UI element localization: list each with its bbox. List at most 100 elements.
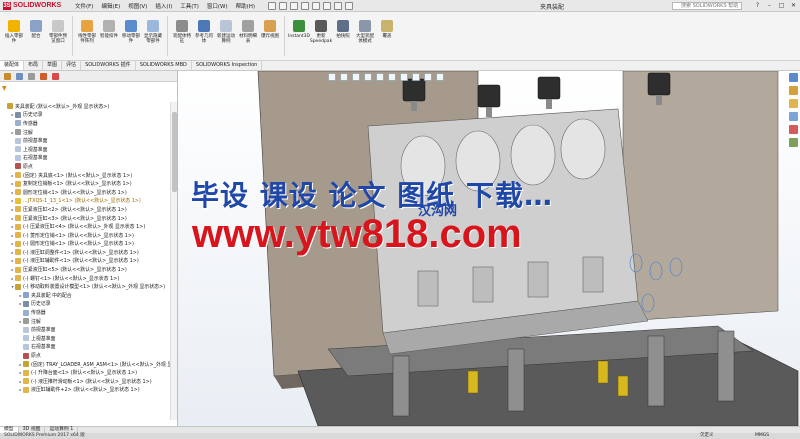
tree-item[interactable]: ▸ 压紧液压缸<5> (默认<<默认>_显示状态 1>) xyxy=(0,265,176,274)
scene-icon[interactable] xyxy=(424,73,432,81)
scrollbar-thumb[interactable] xyxy=(172,112,177,192)
ribbon-button[interactable]: 拍快照 xyxy=(333,20,353,39)
menu-item[interactable]: 工具(T) xyxy=(179,2,200,10)
ribbon-button[interactable]: 材料明细表 xyxy=(238,20,258,44)
edit-appearance-icon[interactable] xyxy=(412,73,420,81)
help-search-input[interactable]: 搜索 SOLIDWORKS 帮助 xyxy=(672,2,742,10)
rebuild-icon[interactable] xyxy=(334,1,343,10)
tree-item[interactable]: ▸ (-) 菱形定位销<1> (默认<<默认>_显示状态 1>) xyxy=(0,231,176,240)
view-palette-icon[interactable] xyxy=(789,112,798,121)
command-tab[interactable]: 布局 xyxy=(24,61,44,70)
home-view-icon[interactable] xyxy=(789,73,798,82)
tree-scrollbar[interactable] xyxy=(170,102,177,420)
ribbon-button[interactable]: 移动零部件 xyxy=(121,20,141,44)
tree-item[interactable]: ▸ (-) 液压缸调整件<1> (默认<<默认>_显示状态 1>) xyxy=(0,248,176,257)
file-explorer-icon[interactable] xyxy=(789,99,798,108)
feature-manager-icon[interactable] xyxy=(4,73,11,80)
menu-item[interactable]: 帮助(H) xyxy=(235,2,256,10)
options-icon[interactable] xyxy=(345,1,354,10)
command-tab[interactable]: SOLIDWORKS MBD xyxy=(136,61,192,70)
save-icon[interactable] xyxy=(290,1,299,10)
tree-item[interactable]: ▸ 压紧液压缸<3> (默认<<默认>_显示状态 1>) xyxy=(0,214,176,223)
tree-item[interactable]: ▾ (-) 移动取料装置设计模型<1> (默认<<默认>_外观 显示状态>) xyxy=(0,282,176,291)
ribbon-button[interactable]: 显示隐藏零部件 xyxy=(143,20,163,44)
tree-item[interactable]: 传感器 xyxy=(0,119,176,128)
previous-view-icon[interactable] xyxy=(352,73,360,81)
ribbon-button[interactable]: 线性零部件阵列 xyxy=(77,20,97,44)
tree-item[interactable]: ▸ 复制定位销板<1> (默认<<默认>_显示状态 1>) xyxy=(0,179,176,188)
tree-item[interactable]: ▸ (-) 压紧液压缸<4> (默认<<默认>_外观 显示状态 1>) xyxy=(0,222,176,231)
menu-item[interactable]: 视图(V) xyxy=(127,2,148,10)
tree-item[interactable]: ▸ 历史记录 xyxy=(0,111,176,120)
view-orientation-icon[interactable] xyxy=(376,73,384,81)
zoom-area-icon[interactable] xyxy=(340,73,348,81)
tree-item[interactable]: ▸ (固定) 夹具底<1> (默认<<默认>_显示状态 1>) xyxy=(0,171,176,180)
ribbon-button[interactable]: 插入零部件 xyxy=(4,20,24,44)
menu-item[interactable]: 插入(I) xyxy=(154,2,173,10)
tree-item[interactable]: ▸ (-) 液压缸辅助件<1> (默认<<默认>_显示状态 1>) xyxy=(0,257,176,266)
ribbon-button[interactable]: 智能扣件 xyxy=(99,20,119,39)
ribbon-button[interactable]: 零部件预览窗口 xyxy=(48,20,68,44)
command-tab[interactable]: 评估 xyxy=(62,61,82,70)
design-library-icon[interactable] xyxy=(789,86,798,95)
new-file-icon[interactable] xyxy=(268,1,277,10)
view-settings-icon[interactable] xyxy=(436,73,444,81)
ribbon-button[interactable]: 新建运动算例 xyxy=(216,20,236,44)
tree-item[interactable]: ▸ (-) 螺钉<1> (默认<<默认>_显示状态 1>) xyxy=(0,274,176,283)
command-tab[interactable]: 草图 xyxy=(43,61,63,70)
tree-item[interactable]: 右视基准面 xyxy=(0,154,176,163)
open-file-icon[interactable] xyxy=(279,1,288,10)
display-manager-icon[interactable] xyxy=(52,73,59,80)
ribbon-button[interactable]: 配合 xyxy=(26,20,46,39)
tree-item[interactable]: 原点 xyxy=(0,351,176,360)
tree-item[interactable]: ▸ 注解 xyxy=(0,317,176,326)
ribbon-button[interactable]: 大型装配体模式 xyxy=(355,20,375,44)
tree-item[interactable]: 前视基准面 xyxy=(0,136,176,145)
property-manager-icon[interactable] xyxy=(16,73,23,80)
solidworks-logo[interactable]: 3S SOLIDWORKS xyxy=(0,1,64,10)
close-icon[interactable]: ✕ xyxy=(789,1,798,10)
status-units[interactable]: MMGS xyxy=(755,433,769,439)
menu-item[interactable]: 窗口(W) xyxy=(206,2,229,10)
tree-item[interactable]: ▸ 液压缸辅助件+2> (默认<<默认>_显示状态 1>) xyxy=(0,386,176,395)
menu-item[interactable]: 文件(F) xyxy=(74,2,94,10)
maximize-icon[interactable]: □ xyxy=(777,1,786,10)
tree-item[interactable]: 上视基准面 xyxy=(0,145,176,154)
ribbon-button[interactable]: 装配体特征 xyxy=(172,20,192,44)
filter-icon[interactable]: ▼ xyxy=(2,85,9,92)
tree-item[interactable]: 夹具装配 (默认<<默认>_外观 显示状态>) xyxy=(0,102,176,111)
configuration-manager-icon[interactable] xyxy=(28,73,35,80)
tree-item[interactable]: 右视基准面 xyxy=(0,343,176,352)
hide-show-icon[interactable] xyxy=(400,73,408,81)
ribbon-button[interactable]: 爆炸视图 xyxy=(260,20,280,39)
dimxpert-icon[interactable] xyxy=(40,73,47,80)
tree-item[interactable]: ▸ 圆形定位销<1> (默认<<默认>_显示状态 1>) xyxy=(0,188,176,197)
tree-item[interactable]: ▸ 压紧液压缸<2> (默认<<默认>_显示状态 1>) xyxy=(0,205,176,214)
display-style-icon[interactable] xyxy=(388,73,396,81)
undo-icon[interactable] xyxy=(312,1,321,10)
tree-item[interactable]: ▸ 注解 xyxy=(0,128,176,137)
ribbon-button[interactable]: Instant3D xyxy=(288,20,310,39)
command-tab[interactable]: SOLIDWORKS Inspection xyxy=(192,61,263,70)
tree-item[interactable]: 传感器 xyxy=(0,308,176,317)
minimize-icon[interactable]: – xyxy=(765,1,774,10)
tree-item[interactable]: ▸ (-) 液压推杆滑动板<1> (默认<<默认>_显示状态 1>) xyxy=(0,377,176,386)
tree-item[interactable]: 前视基准面 xyxy=(0,325,176,334)
select-icon[interactable] xyxy=(323,1,332,10)
tree-item[interactable]: ▸ (-) 升降台面<1> (默认<<默认>_显示状态 1>) xyxy=(0,368,176,377)
tree-item[interactable]: ▸ (-) 圆形定位销<1> (默认<<默认>_显示状态 1>) xyxy=(0,240,176,249)
tree-item[interactable]: ▸ 夹具装配 中的配合 xyxy=(0,291,176,300)
tree-item[interactable]: ▸ ...JTXQS-1_13_1<1> (默认<<默认>_显示状态 1>) xyxy=(0,197,176,206)
tree-item[interactable]: 上视基准面 xyxy=(0,334,176,343)
tree-item[interactable]: ▸ (固定) TRAY_LOADER_ASM_ASM<1> (默认<<默认>_外观… xyxy=(0,360,176,369)
command-tab[interactable]: SOLIDWORKS 插件 xyxy=(81,61,136,70)
ribbon-button[interactable]: 覆盖 xyxy=(377,20,397,39)
ribbon-button[interactable]: 参考几何体 xyxy=(194,20,214,44)
menu-item[interactable]: 编辑(E) xyxy=(100,2,121,10)
tree-item[interactable]: 原点 xyxy=(0,162,176,171)
section-view-icon[interactable] xyxy=(364,73,372,81)
appearances-icon[interactable] xyxy=(789,125,798,134)
print-icon[interactable] xyxy=(301,1,310,10)
ribbon-button[interactable]: 更新Speedpak xyxy=(310,20,332,44)
tree-item[interactable]: ▸ 历史记录 xyxy=(0,300,176,309)
